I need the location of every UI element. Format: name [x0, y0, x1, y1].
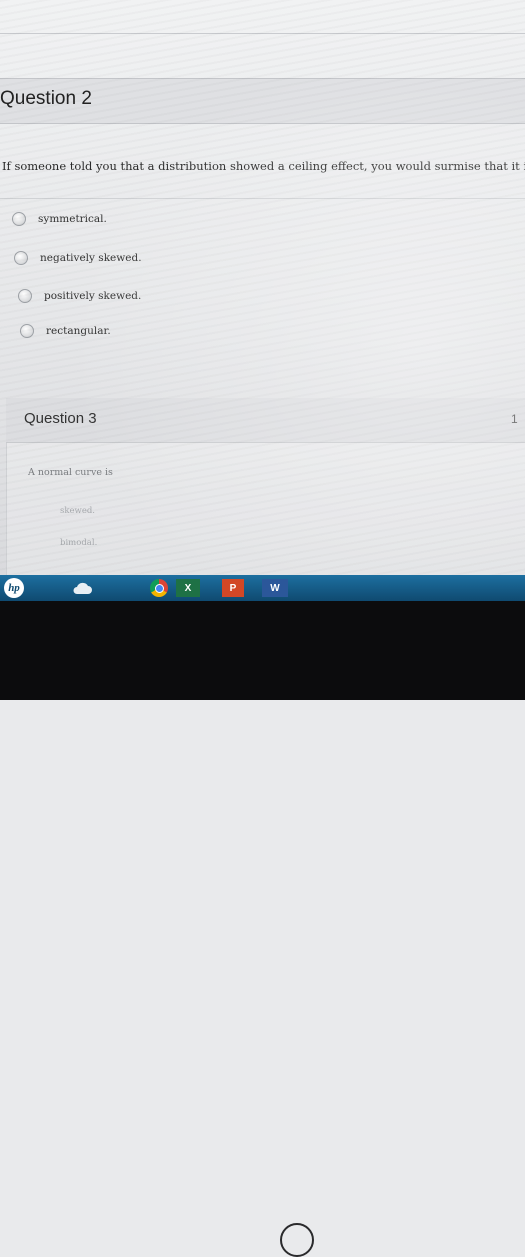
option-label: symmetrical.	[38, 213, 107, 225]
option-rectangular[interactable]: rectangular.	[20, 324, 111, 338]
top-divider	[0, 33, 525, 34]
powerpoint-icon[interactable]: P	[222, 579, 244, 597]
question-3-option-skewed[interactable]: skewed.	[60, 506, 95, 516]
question-divider	[0, 198, 525, 199]
question-2-title: Question 2	[0, 88, 92, 109]
option-negatively-skewed[interactable]: negatively skewed.	[14, 251, 142, 265]
question-3-option-bimodal[interactable]: bimodal.	[60, 538, 97, 548]
option-positively-skewed[interactable]: positively skewed.	[18, 289, 141, 303]
question-3-title: Question 3	[24, 410, 97, 427]
chrome-icon[interactable]	[150, 579, 168, 597]
option-label: rectangular.	[46, 325, 111, 337]
option-label: positively skewed.	[44, 290, 142, 302]
radio-button[interactable]	[12, 212, 26, 226]
question-2-text: If someone told you that a distribution …	[2, 159, 525, 173]
option-label: negatively skewed.	[40, 252, 142, 264]
question-3-points: 1	[511, 412, 518, 426]
cloud-icon[interactable]	[70, 579, 94, 597]
radio-button[interactable]	[20, 324, 34, 338]
question-3-text: A normal curve is	[28, 467, 113, 478]
excel-icon[interactable]: X	[176, 579, 200, 597]
radio-button[interactable]	[14, 251, 28, 265]
word-icon[interactable]: W	[262, 579, 288, 597]
laptop-bezel	[0, 601, 525, 1257]
option-symmetrical[interactable]: symmetrical.	[12, 212, 107, 226]
bezel-hp-logo-icon	[280, 1223, 314, 1257]
browser-viewport: Question 2 If someone told you that a di…	[0, 0, 525, 575]
radio-button[interactable]	[18, 289, 32, 303]
hp-logo-icon[interactable]: hp	[4, 578, 24, 598]
